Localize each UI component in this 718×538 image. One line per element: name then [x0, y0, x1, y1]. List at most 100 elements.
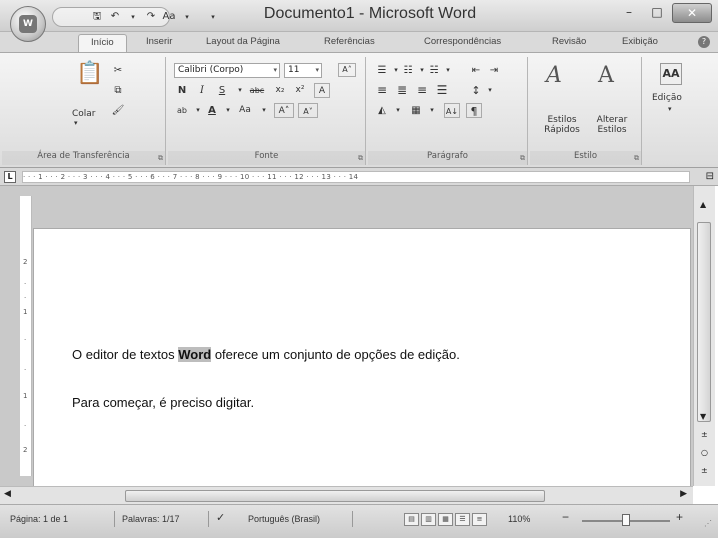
align-left-icon[interactable]: ≡ [374, 83, 390, 98]
change-styles-button[interactable]: Alterar Estilos [588, 115, 636, 135]
scroll-down-icon[interactable]: ▼ [700, 412, 706, 421]
word-count[interactable]: Palavras: 1/17 [122, 514, 180, 524]
subscript-button[interactable]: x₂ [272, 83, 288, 98]
change-case-dropdown-icon[interactable]: ▾ [180, 9, 194, 25]
zoom-in-icon[interactable]: + [676, 510, 683, 524]
align-right-icon[interactable]: ≡ [414, 83, 430, 98]
scroll-right-icon[interactable]: ▶ [680, 489, 687, 499]
editing-dropdown-icon[interactable]: ▾ [668, 105, 672, 113]
paragraph-1[interactable]: O editor de textos Word oferece um conju… [72, 347, 460, 362]
tab-revisao[interactable]: Revisão [552, 36, 586, 47]
superscript-button[interactable]: x² [292, 83, 308, 98]
font-color-icon[interactable]: A [204, 103, 220, 118]
horizontal-ruler[interactable]: · · · 1 · · · 2 · · · 3 · · · 4 · · · 5 … [22, 171, 690, 183]
horizontal-scroll-thumb[interactable] [125, 490, 545, 502]
copy-icon[interactable]: ⧉ [110, 83, 126, 98]
customize-qat-icon[interactable]: ▾ [206, 9, 220, 25]
line-spacing-dropdown-icon[interactable]: ▾ [482, 83, 498, 98]
find-icon[interactable]: AA [660, 63, 682, 85]
shading-dropdown-icon[interactable]: ▾ [390, 103, 406, 118]
shading-icon[interactable]: ◭ [374, 103, 390, 118]
paste-icon[interactable]: 📋 [76, 61, 103, 86]
decrease-indent-icon[interactable]: ⇤ [468, 63, 484, 78]
tab-layout-da-pagina[interactable]: Layout da Página [206, 36, 280, 47]
minimize-button[interactable]: – [616, 3, 642, 23]
shrink-font-button[interactable]: A˅ [298, 103, 318, 118]
paste-button[interactable]: Colar [72, 109, 96, 119]
view-ruler-icon[interactable]: ⊟ [706, 171, 714, 182]
proofing-icon[interactable]: ✓ [216, 511, 225, 524]
vertical-ruler[interactable]: 2 · · 1 · · 1 · 2 [20, 196, 32, 476]
horizontal-scrollbar[interactable]: ◀ ▶ [0, 486, 693, 504]
paragraph-2[interactable]: Para começar, é preciso digitar. [72, 395, 254, 410]
full-screen-reading-icon[interactable]: ▥ [421, 513, 436, 526]
align-center-icon[interactable]: ≣ [394, 83, 410, 98]
clear-formatting-icon[interactable]: A [314, 83, 330, 98]
show-formatting-marks-icon[interactable]: ¶ [466, 103, 482, 118]
styles-launcher-icon[interactable]: ⧉ [634, 154, 639, 163]
scroll-up-icon[interactable]: ▲ [700, 200, 706, 209]
tab-correspondencias[interactable]: Correspondências [424, 36, 501, 47]
bold-button[interactable]: N [174, 83, 190, 98]
scroll-left-icon[interactable]: ◀ [4, 489, 11, 499]
selected-word[interactable]: Word [178, 347, 212, 362]
cut-icon[interactable]: ✂ [110, 63, 126, 78]
outline-view-icon[interactable]: ☰ [455, 513, 470, 526]
tab-inicio[interactable]: Início [78, 34, 127, 53]
zoom-slider-thumb[interactable] [622, 514, 630, 526]
clipboard-launcher-icon[interactable]: ⧉ [158, 154, 163, 163]
language-indicator[interactable]: Português (Brasil) [248, 514, 320, 524]
window-controls: – □ ✕ [616, 3, 712, 23]
editing-button[interactable]: Edição [652, 93, 682, 103]
zoom-level[interactable]: 110% [508, 514, 530, 524]
paste-dropdown-icon[interactable]: ▾ [74, 119, 78, 127]
undo-dropdown-icon[interactable]: ▾ [126, 9, 140, 25]
borders-icon[interactable]: ▦ [408, 103, 424, 118]
grow-font-icon[interactable]: A˄ [338, 63, 356, 77]
grow-font-button[interactable]: A˄ [274, 103, 294, 118]
print-layout-view-icon[interactable]: ▤ [404, 513, 419, 526]
save-icon[interactable]: 🖫 [90, 9, 104, 25]
change-case-icon[interactable]: Aa [234, 103, 256, 118]
font-name-combo[interactable]: Calibri (Corpo) ▾ [174, 63, 280, 78]
next-page-icon[interactable]: ± [701, 466, 708, 475]
undo-icon[interactable]: ↶ [108, 9, 122, 25]
tab-selector-icon[interactable]: L [4, 171, 16, 183]
maximize-button[interactable]: □ [644, 3, 670, 23]
underline-button[interactable]: S [214, 83, 230, 98]
document-page[interactable]: O editor de textos Word oferece um conju… [33, 228, 691, 488]
resize-grip-icon[interactable]: ⋰ [704, 519, 712, 528]
sort-icon[interactable]: A↓ [444, 103, 460, 118]
vertical-scrollbar[interactable]: ▲ ▼ ± ○ ± [693, 186, 715, 486]
justify-icon[interactable]: ☰ [434, 83, 450, 98]
strikethrough-button[interactable]: abc [246, 83, 268, 98]
tab-exibicao[interactable]: Exibição [622, 36, 658, 47]
quick-styles-icon[interactable]: A [546, 63, 562, 88]
paragraph-launcher-icon[interactable]: ⧉ [520, 154, 525, 163]
tab-inserir[interactable]: Inserir [146, 36, 172, 47]
vertical-scroll-thumb[interactable] [697, 222, 711, 422]
previous-page-icon[interactable]: ± [701, 430, 708, 439]
font-size-combo[interactable]: 11 ▾ [284, 63, 322, 78]
tab-referencias[interactable]: Referências [324, 36, 375, 47]
office-button[interactable]: W [10, 6, 46, 42]
redo-icon[interactable]: ↷ [144, 9, 158, 25]
borders-dropdown-icon[interactable]: ▾ [424, 103, 440, 118]
change-styles-icon[interactable]: A [598, 63, 614, 88]
help-icon[interactable]: ? [698, 36, 710, 48]
increase-indent-icon[interactable]: ⇥ [486, 63, 502, 78]
format-painter-icon[interactable]: 🖌 [110, 103, 126, 118]
quick-styles-button[interactable]: Estilos Rápidos [538, 115, 586, 135]
close-button[interactable]: ✕ [672, 3, 712, 23]
page-count[interactable]: Página: 1 de 1 [10, 514, 68, 524]
select-browse-object-icon[interactable]: ○ [701, 448, 708, 457]
change-case-dropdown-icon[interactable]: ▾ [256, 103, 272, 118]
zoom-out-icon[interactable]: − [562, 510, 569, 524]
draft-view-icon[interactable]: ≡ [472, 513, 487, 526]
highlight-icon[interactable]: ab [174, 103, 190, 118]
multilevel-dropdown-icon[interactable]: ▾ [440, 63, 456, 78]
change-case-button[interactable]: Aa [162, 9, 176, 25]
web-layout-icon[interactable]: ▦ [438, 513, 453, 526]
italic-button[interactable]: I [194, 83, 210, 98]
font-launcher-icon[interactable]: ⧉ [358, 154, 363, 163]
